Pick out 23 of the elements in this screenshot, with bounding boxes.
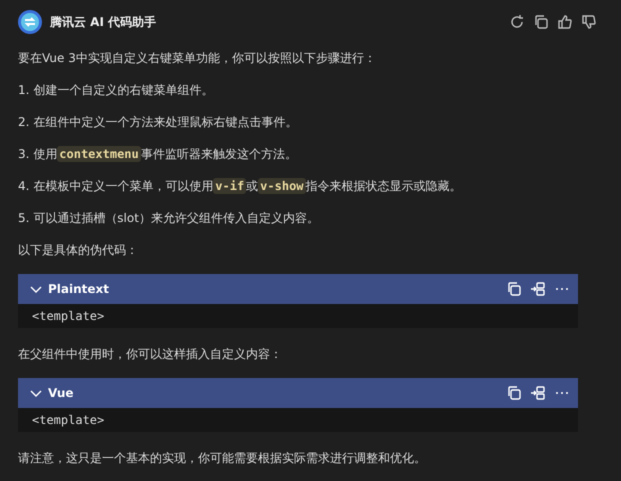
insert-icon[interactable] bbox=[530, 281, 546, 297]
refresh-icon[interactable] bbox=[509, 14, 525, 30]
paragraph: 2. 在组件中定义一个方法来处理鼠标右键点击事件。 bbox=[18, 114, 298, 131]
thumbs-up-icon[interactable] bbox=[557, 14, 573, 30]
copy-icon[interactable] bbox=[533, 14, 549, 30]
code-text: <template> bbox=[31, 308, 106, 325]
paragraph: 3. 使用 contextmenu 事件监听器来触发这个方法。 bbox=[18, 145, 298, 164]
logo-icon bbox=[18, 10, 42, 34]
copy-icon[interactable] bbox=[506, 385, 522, 401]
paragraph: 1. 创建一个自定义的右键菜单组件。 bbox=[18, 82, 214, 99]
language-label: Plaintext bbox=[48, 282, 110, 296]
paragraph: 在父组件中使用时，你可以这样插入自定义内容： bbox=[18, 346, 283, 363]
paragraph: 请注意，这只是一个基本的实现，你可能需要根据实际需求进行调整和优化。 bbox=[18, 450, 427, 467]
paragraph: 4. 在模板中定义一个菜单，可以使用 v-if 或 v-show 指令来根据状态显示或隐藏。 bbox=[18, 177, 463, 196]
paragraph: 5. 可以通过插槽（slot）来允许父组件传入自定义内容。 bbox=[18, 210, 320, 227]
copy-icon[interactable] bbox=[506, 281, 522, 297]
assistant-title: 腾讯云 AI 代码助手 bbox=[50, 14, 156, 30]
paragraph: 以下是具体的伪代码： bbox=[18, 242, 139, 259]
code-text: <template> bbox=[31, 412, 106, 429]
paragraph: 要在Vue 3中实现自定义右键菜单功能，你可以按照以下步骤进行： bbox=[18, 50, 377, 67]
language-label: Vue bbox=[48, 386, 74, 400]
insert-icon[interactable] bbox=[530, 385, 546, 401]
thumbs-down-icon[interactable] bbox=[581, 14, 597, 30]
